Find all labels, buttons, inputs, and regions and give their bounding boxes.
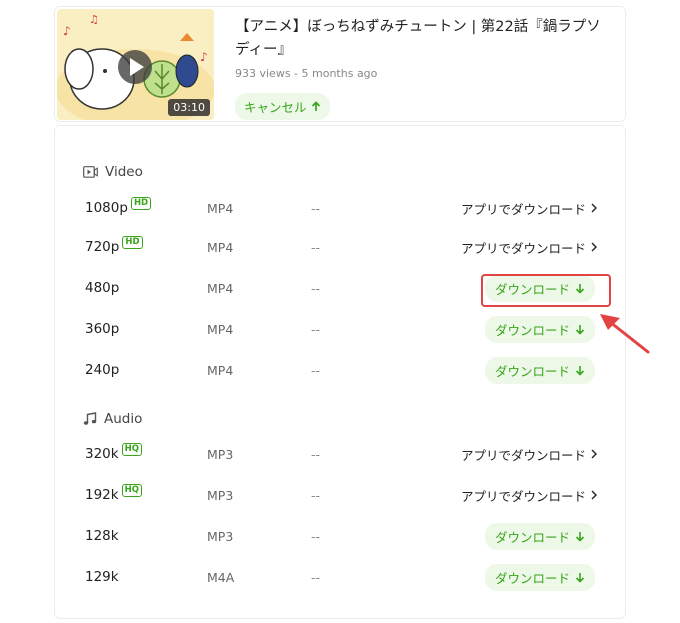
table-row: 720p HD MP4 -- アプリでダウンロード: [55, 233, 625, 261]
annotation-arrow-icon: [600, 314, 650, 354]
video-meta: 933 views - 5 months ago: [235, 67, 378, 80]
action-label: アプリでダウンロード: [460, 488, 586, 504]
video-section-label: Video: [105, 164, 143, 180]
chevron-right-icon: [591, 449, 597, 459]
action-label: アプリでダウンロード: [460, 240, 586, 256]
audio-section-label: Audio: [104, 411, 143, 427]
size-cell: --: [311, 569, 321, 585]
cancel-label: キャンセル: [244, 100, 307, 115]
video-duration: 03:10: [168, 99, 210, 116]
quality-cell: 320k HQ: [85, 443, 142, 462]
video-card: ♪ ♪ ♫ 03:10 【アニメ】ぼっちねずみチュートン | 第22話『鍋ラプソ…: [54, 6, 626, 122]
annotation-highlight-box: [481, 274, 611, 307]
action-label: アプリでダウンロード: [460, 201, 586, 217]
video-title: 【アニメ】ぼっちねずみチュートン | 第22話『鍋ラプソディー』: [235, 19, 601, 58]
chevron-right-icon: [591, 490, 597, 500]
quality-cell: 192k HQ: [85, 484, 142, 503]
format-cell: M4A: [207, 569, 235, 585]
quality-label: 480p: [85, 280, 120, 296]
size-cell: --: [311, 321, 321, 337]
size-cell: --: [311, 446, 321, 462]
download-arrow-icon: [575, 324, 585, 335]
quality-cell: 240p: [85, 362, 119, 378]
chevron-right-icon: [591, 242, 597, 252]
chevron-right-icon: [591, 203, 597, 213]
download-options-card: Video 1080p HD MP4 -- アプリでダウンロード 720p HD…: [54, 125, 626, 619]
format-cell: MP3: [207, 446, 234, 462]
download-with-app-link[interactable]: アプリでダウンロード: [461, 445, 597, 464]
format-cell: MP4: [207, 280, 234, 296]
hq-badge: HQ: [121, 484, 142, 497]
size-cell: --: [311, 239, 321, 255]
size-cell: --: [311, 200, 321, 216]
quality-cell: 1080p HD: [85, 197, 152, 216]
table-row: 320k HQ MP3 -- アプリでダウンロード: [55, 440, 625, 468]
format-cell: MP4: [207, 362, 234, 378]
action-label: ダウンロード: [494, 322, 570, 338]
format-cell: MP4: [207, 200, 234, 216]
video-section-header: Video: [83, 164, 143, 180]
quality-cell: 128k: [85, 528, 119, 544]
table-row: 192k HQ MP3 -- アプリでダウンロード: [55, 481, 625, 509]
cancel-button[interactable]: キャンセル: [235, 93, 330, 120]
download-button[interactable]: ダウンロード: [484, 522, 595, 550]
format-cell: MP4: [207, 321, 234, 337]
quality-label: 1080p: [85, 200, 128, 216]
quality-label: 240p: [85, 362, 120, 378]
download-with-app-link[interactable]: アプリでダウンロード: [461, 199, 597, 218]
download-arrow-icon: [575, 531, 585, 542]
action-label: アプリでダウンロード: [460, 447, 586, 463]
quality-label: 129k: [85, 569, 119, 585]
arrow-up-icon: [311, 101, 320, 111]
quality-label: 192k: [85, 487, 119, 503]
hd-badge: HD: [122, 236, 143, 249]
table-row: 1080p HD MP4 -- アプリでダウンロード: [55, 194, 625, 222]
table-row: 360p MP4 -- ダウンロード: [55, 315, 625, 343]
hq-badge: HQ: [121, 443, 142, 456]
size-cell: --: [311, 280, 321, 296]
download-arrow-icon: [575, 572, 585, 583]
size-cell: --: [311, 528, 321, 544]
table-row: 240p MP4 -- ダウンロード: [55, 356, 625, 384]
download-arrow-icon: [575, 365, 585, 376]
quality-cell: 480p: [85, 280, 119, 296]
table-row: 128k MP3 -- ダウンロード: [55, 522, 625, 550]
action-label: ダウンロード: [494, 363, 570, 379]
quality-cell: 720p HD: [85, 236, 143, 255]
format-cell: MP3: [207, 487, 234, 503]
quality-label: 128k: [85, 528, 119, 544]
audio-section-header: Audio: [83, 411, 142, 427]
quality-cell: 129k: [85, 569, 119, 585]
download-button[interactable]: ダウンロード: [484, 563, 595, 591]
table-row: 129k M4A -- ダウンロード: [55, 563, 625, 591]
action-label: ダウンロード: [494, 570, 570, 586]
download-button[interactable]: ダウンロード: [484, 315, 595, 343]
music-note-icon: [83, 412, 97, 425]
quality-label: 320k: [85, 446, 119, 462]
download-with-app-link[interactable]: アプリでダウンロード: [461, 238, 597, 257]
size-cell: --: [311, 362, 321, 378]
download-button[interactable]: ダウンロード: [484, 356, 595, 384]
action-label: ダウンロード: [494, 529, 570, 545]
video-thumbnail[interactable]: ♪ ♪ ♫ 03:10: [57, 9, 214, 120]
quality-label: 720p: [85, 239, 120, 255]
size-cell: --: [311, 487, 321, 503]
quality-label: 360p: [85, 321, 120, 337]
hd-badge: HD: [130, 197, 152, 210]
format-cell: MP4: [207, 239, 234, 255]
quality-cell: 360p: [85, 321, 119, 337]
download-with-app-link[interactable]: アプリでダウンロード: [461, 486, 597, 505]
format-cell: MP3: [207, 528, 234, 544]
video-icon: [83, 166, 98, 178]
